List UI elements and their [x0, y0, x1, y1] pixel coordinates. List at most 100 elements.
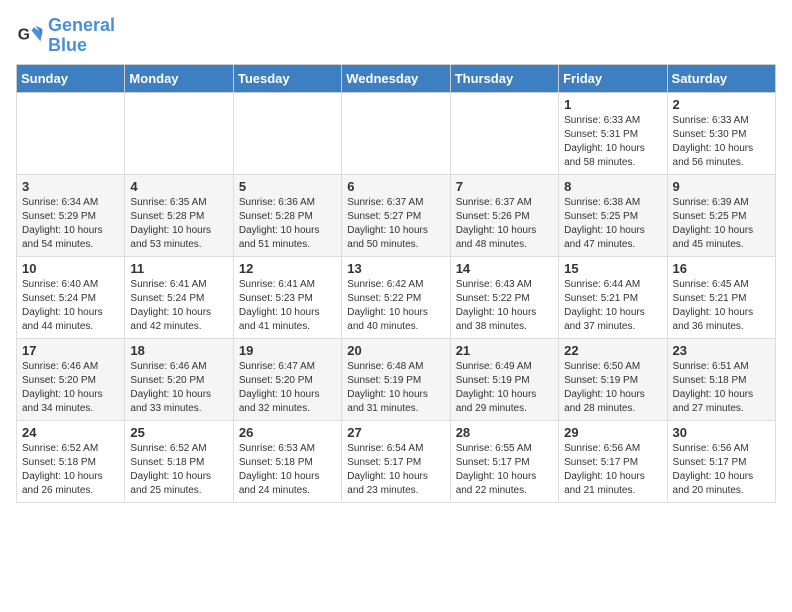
calendar-day-cell: 9 Sunrise: 6:39 AM Sunset: 5:25 PM Daylig…: [667, 174, 775, 256]
weekday-header: Thursday: [450, 64, 558, 92]
day-info: Sunrise: 6:37 AM Sunset: 5:26 PM Dayligh…: [456, 196, 553, 252]
calendar-week-row: 24 Sunrise: 6:52 AM Sunset: 5:18 PM Dayli…: [17, 420, 776, 502]
day-info: Sunrise: 6:56 AM Sunset: 5:17 PM Dayligh…: [564, 442, 661, 498]
day-number: 3: [22, 179, 119, 194]
calendar-day-cell: 7 Sunrise: 6:37 AM Sunset: 5:26 PM Daylig…: [450, 174, 558, 256]
day-number: 8: [564, 179, 661, 194]
day-number: 12: [239, 261, 336, 276]
day-number: 7: [456, 179, 553, 194]
day-info: Sunrise: 6:51 AM Sunset: 5:18 PM Dayligh…: [673, 360, 770, 416]
day-number: 22: [564, 343, 661, 358]
calendar-day-cell: 5 Sunrise: 6:36 AM Sunset: 5:28 PM Daylig…: [233, 174, 341, 256]
day-info: Sunrise: 6:42 AM Sunset: 5:22 PM Dayligh…: [347, 278, 444, 334]
day-info: Sunrise: 6:40 AM Sunset: 5:24 PM Dayligh…: [22, 278, 119, 334]
calendar-day-cell: 21Sunrise: 6:49 AM Sunset: 5:19 PM Dayli…: [450, 338, 558, 420]
calendar-day-cell: [450, 92, 558, 174]
calendar-week-row: 17 Sunrise: 6:46 AM Sunset: 5:20 PM Dayli…: [17, 338, 776, 420]
calendar-day-cell: 15 Sunrise: 6:44 AM Sunset: 5:21 PM Dayli…: [559, 256, 667, 338]
calendar-day-cell: 24 Sunrise: 6:52 AM Sunset: 5:18 PM Dayli…: [17, 420, 125, 502]
weekday-header: Sunday: [17, 64, 125, 92]
calendar-day-cell: [342, 92, 450, 174]
calendar-week-row: 10 Sunrise: 6:40 AM Sunset: 5:24 PM Dayli…: [17, 256, 776, 338]
calendar-day-cell: 16 Sunrise: 6:45 AM Sunset: 5:21 PM Dayli…: [667, 256, 775, 338]
day-number: 16: [673, 261, 770, 276]
day-info: Sunrise: 6:46 AM Sunset: 5:20 PM Dayligh…: [22, 360, 119, 416]
calendar-day-cell: 29 Sunrise: 6:56 AM Sunset: 5:17 PM Dayli…: [559, 420, 667, 502]
day-number: 24: [22, 425, 119, 440]
weekday-header: Friday: [559, 64, 667, 92]
calendar: SundayMondayTuesdayWednesdayThursdayFrid…: [16, 64, 776, 503]
day-number: 26: [239, 425, 336, 440]
day-info: Sunrise: 6:52 AM Sunset: 5:18 PM Dayligh…: [130, 442, 227, 498]
day-number: 10: [22, 261, 119, 276]
weekday-header: Tuesday: [233, 64, 341, 92]
day-number: 14: [456, 261, 553, 276]
day-info: Sunrise: 6:41 AM Sunset: 5:23 PM Dayligh…: [239, 278, 336, 334]
day-number: 4: [130, 179, 227, 194]
day-info: Sunrise: 6:43 AM Sunset: 5:22 PM Dayligh…: [456, 278, 553, 334]
calendar-day-cell: 25Sunrise: 6:52 AM Sunset: 5:18 PM Dayli…: [125, 420, 233, 502]
calendar-day-cell: 19Sunrise: 6:47 AM Sunset: 5:20 PM Dayli…: [233, 338, 341, 420]
calendar-day-cell: [125, 92, 233, 174]
day-info: Sunrise: 6:37 AM Sunset: 5:27 PM Dayligh…: [347, 196, 444, 252]
day-info: Sunrise: 6:53 AM Sunset: 5:18 PM Dayligh…: [239, 442, 336, 498]
weekday-header: Wednesday: [342, 64, 450, 92]
day-info: Sunrise: 6:33 AM Sunset: 5:31 PM Dayligh…: [564, 114, 661, 170]
calendar-day-cell: 17 Sunrise: 6:46 AM Sunset: 5:20 PM Dayli…: [17, 338, 125, 420]
weekday-header: Monday: [125, 64, 233, 92]
svg-text:G: G: [18, 26, 30, 43]
day-number: 30: [673, 425, 770, 440]
day-info: Sunrise: 6:44 AM Sunset: 5:21 PM Dayligh…: [564, 278, 661, 334]
logo: G General Blue: [16, 16, 115, 56]
day-info: Sunrise: 6:35 AM Sunset: 5:28 PM Dayligh…: [130, 196, 227, 252]
calendar-day-cell: 18 Sunrise: 6:46 AM Sunset: 5:20 PM Dayli…: [125, 338, 233, 420]
day-info: Sunrise: 6:36 AM Sunset: 5:28 PM Dayligh…: [239, 196, 336, 252]
day-info: Sunrise: 6:45 AM Sunset: 5:21 PM Dayligh…: [673, 278, 770, 334]
calendar-week-row: 1Sunrise: 6:33 AM Sunset: 5:31 PM Daylig…: [17, 92, 776, 174]
calendar-header-row: SundayMondayTuesdayWednesdayThursdayFrid…: [17, 64, 776, 92]
day-info: Sunrise: 6:33 AM Sunset: 5:30 PM Dayligh…: [673, 114, 770, 170]
day-info: Sunrise: 6:55 AM Sunset: 5:17 PM Dayligh…: [456, 442, 553, 498]
day-number: 29: [564, 425, 661, 440]
day-info: Sunrise: 6:34 AM Sunset: 5:29 PM Dayligh…: [22, 196, 119, 252]
weekday-header: Saturday: [667, 64, 775, 92]
calendar-day-cell: [233, 92, 341, 174]
calendar-day-cell: [17, 92, 125, 174]
day-info: Sunrise: 6:38 AM Sunset: 5:25 PM Dayligh…: [564, 196, 661, 252]
day-number: 18: [130, 343, 227, 358]
calendar-day-cell: 12 Sunrise: 6:41 AM Sunset: 5:23 PM Dayli…: [233, 256, 341, 338]
calendar-day-cell: 13 Sunrise: 6:42 AM Sunset: 5:22 PM Dayli…: [342, 256, 450, 338]
calendar-day-cell: 20 Sunrise: 6:48 AM Sunset: 5:19 PM Dayli…: [342, 338, 450, 420]
day-number: 6: [347, 179, 444, 194]
day-info: Sunrise: 6:48 AM Sunset: 5:19 PM Dayligh…: [347, 360, 444, 416]
day-info: Sunrise: 6:52 AM Sunset: 5:18 PM Dayligh…: [22, 442, 119, 498]
logo-icon: G: [16, 22, 44, 50]
calendar-day-cell: 22 Sunrise: 6:50 AM Sunset: 5:19 PM Dayli…: [559, 338, 667, 420]
day-info: Sunrise: 6:50 AM Sunset: 5:19 PM Dayligh…: [564, 360, 661, 416]
calendar-day-cell: 23 Sunrise: 6:51 AM Sunset: 5:18 PM Dayli…: [667, 338, 775, 420]
calendar-day-cell: 2Sunrise: 6:33 AM Sunset: 5:30 PM Daylig…: [667, 92, 775, 174]
day-number: 9: [673, 179, 770, 194]
calendar-day-cell: 26 Sunrise: 6:53 AM Sunset: 5:18 PM Dayli…: [233, 420, 341, 502]
calendar-day-cell: 10 Sunrise: 6:40 AM Sunset: 5:24 PM Dayli…: [17, 256, 125, 338]
day-info: Sunrise: 6:41 AM Sunset: 5:24 PM Dayligh…: [130, 278, 227, 334]
calendar-day-cell: 14 Sunrise: 6:43 AM Sunset: 5:22 PM Dayli…: [450, 256, 558, 338]
day-number: 21: [456, 343, 553, 358]
calendar-day-cell: 6 Sunrise: 6:37 AM Sunset: 5:27 PM Daylig…: [342, 174, 450, 256]
day-info: Sunrise: 6:46 AM Sunset: 5:20 PM Dayligh…: [130, 360, 227, 416]
day-info: Sunrise: 6:39 AM Sunset: 5:25 PM Dayligh…: [673, 196, 770, 252]
day-info: Sunrise: 6:54 AM Sunset: 5:17 PM Dayligh…: [347, 442, 444, 498]
day-number: 27: [347, 425, 444, 440]
day-number: 20: [347, 343, 444, 358]
day-number: 5: [239, 179, 336, 194]
logo-text: General Blue: [48, 16, 115, 56]
calendar-day-cell: 30Sunrise: 6:56 AM Sunset: 5:17 PM Dayli…: [667, 420, 775, 502]
day-info: Sunrise: 6:47 AM Sunset: 5:20 PM Dayligh…: [239, 360, 336, 416]
day-number: 23: [673, 343, 770, 358]
calendar-day-cell: 1Sunrise: 6:33 AM Sunset: 5:31 PM Daylig…: [559, 92, 667, 174]
day-number: 15: [564, 261, 661, 276]
day-number: 17: [22, 343, 119, 358]
calendar-day-cell: 8 Sunrise: 6:38 AM Sunset: 5:25 PM Daylig…: [559, 174, 667, 256]
calendar-day-cell: 28Sunrise: 6:55 AM Sunset: 5:17 PM Dayli…: [450, 420, 558, 502]
day-number: 13: [347, 261, 444, 276]
